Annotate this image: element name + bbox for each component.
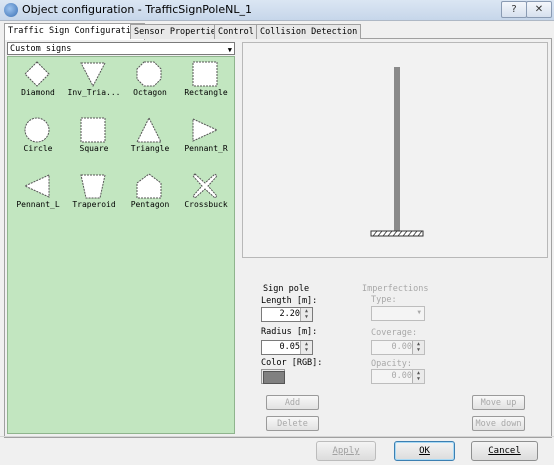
shape-octagon[interactable]: Octagon [122,59,178,109]
tab-sensor-properties[interactable]: Sensor Properties [130,24,225,39]
pentagon-icon [136,173,162,199]
opacity-value: 0.00 [391,371,412,381]
type-select[interactable]: ▼ [371,306,425,321]
shape-square[interactable]: Square [66,115,122,165]
footer-divider [0,436,554,437]
sign-pole-title: Sign pole [263,284,310,294]
chevron-down-icon: ▼ [417,309,421,316]
crossbuck-icon [192,173,218,199]
coverage-value: 0.00 [391,342,412,352]
imperfections-title: Imperfections [362,284,429,294]
step-down-icon[interactable]: ▼ [413,347,424,353]
object-configuration-window: Object configuration - TrafficSignPoleNL… [0,0,554,465]
add-button[interactable]: Add [266,395,319,410]
sign-category-select[interactable]: Custom signs ▼ [7,42,235,55]
color-picker-button[interactable] [261,369,285,384]
type-label: Type: [371,295,397,305]
shape-trapezoid[interactable]: Traperoid [66,171,122,221]
shape-label: Circle [23,144,53,153]
opacity-spinbox[interactable]: 0.00 ▲ ▼ [371,369,425,384]
shape-inv-triangle[interactable]: Inv_Tria... [66,59,122,109]
triangle-icon [136,117,162,143]
app-icon [4,3,18,17]
length-stepper[interactable]: ▲ ▼ [300,308,312,321]
octagon-icon [136,61,162,87]
sign-shape-palette: Diamond Inv_Tria... Octagon Rectangle Ci… [7,56,235,434]
move-down-button[interactable]: Move down [472,416,525,431]
shape-label: Pennant_R [184,144,228,153]
shape-label: Rectangle [184,88,228,97]
apply-button[interactable]: Apply [316,441,376,461]
shape-pennant-l[interactable]: Pennant_L [10,171,66,221]
radius-value: 0.05 [279,342,300,352]
radius-label: Radius [m]: [261,327,318,337]
delete-button[interactable]: Delete [266,416,319,431]
opacity-label: Opacity: [371,359,412,369]
shape-circle[interactable]: Circle [10,115,66,165]
inverted-triangle-icon [80,62,106,87]
shape-label: Octagon [133,88,167,97]
pennant-right-icon [192,118,218,142]
shape-diamond[interactable]: Diamond [10,59,66,109]
shape-label: Crossbuck [184,200,228,209]
ok-button[interactable]: OK [394,441,455,461]
move-up-button[interactable]: Move up [472,395,525,410]
shape-label: Diamond [21,88,55,97]
shape-pentagon[interactable]: Pentagon [122,171,178,221]
shape-rectangle[interactable]: Rectangle [178,59,234,109]
title-bar: Object configuration - TrafficSignPoleNL… [0,0,554,21]
trapezoid-icon [80,174,106,199]
step-down-icon[interactable]: ▼ [301,347,312,353]
step-down-icon[interactable]: ▼ [301,314,312,320]
tab-collision-detection[interactable]: Collision Detection [256,24,362,39]
tab-control[interactable]: Control [214,24,258,39]
circle-icon [24,117,50,143]
coverage-label: Coverage: [371,328,418,338]
color-label: Color [RGB]: [261,358,323,368]
help-button[interactable]: ? [501,1,527,18]
length-spinbox[interactable]: 2.20 ▲ ▼ [261,307,313,322]
shape-label: Square [79,144,109,153]
opacity-stepper[interactable]: ▲ ▼ [412,370,424,383]
rectangle-icon [192,61,218,87]
shape-crossbuck[interactable]: Crossbuck [178,171,234,221]
shape-label: Traperoid [72,200,116,209]
step-down-icon[interactable]: ▼ [413,376,424,382]
square-icon [80,117,106,143]
sign-preview-canvas [242,42,548,258]
window-title: Object configuration - TrafficSignPoleNL… [22,3,252,16]
shape-label: Triangle [130,144,170,153]
pennant-left-icon [24,174,50,198]
radius-spinbox[interactable]: 0.05 ▲ ▼ [261,340,313,355]
shape-pennant-r[interactable]: Pennant_R [178,115,234,165]
shape-label: Pentagon [130,200,170,209]
close-button[interactable]: ✕ [526,1,552,18]
shape-label: Pennant_L [16,200,60,209]
diamond-icon [24,61,50,87]
length-value: 2.20 [279,309,300,319]
tab-traffic-sign-configuration[interactable]: Traffic Sign Configuration [4,23,146,40]
coverage-stepper[interactable]: ▲ ▼ [412,341,424,354]
color-swatch [263,371,285,384]
cancel-button[interactable]: Cancel [471,441,538,461]
coverage-spinbox[interactable]: 0.00 ▲ ▼ [371,340,425,355]
shape-triangle[interactable]: Triangle [122,115,178,165]
sign-category-value: Custom signs [10,44,72,54]
shape-label: Inv_Tria... [67,88,121,97]
pole-shape [394,67,400,231]
radius-stepper[interactable]: ▲ ▼ [300,341,312,354]
sign-pole-preview [370,67,424,237]
length-label: Length [m]: [261,296,318,306]
